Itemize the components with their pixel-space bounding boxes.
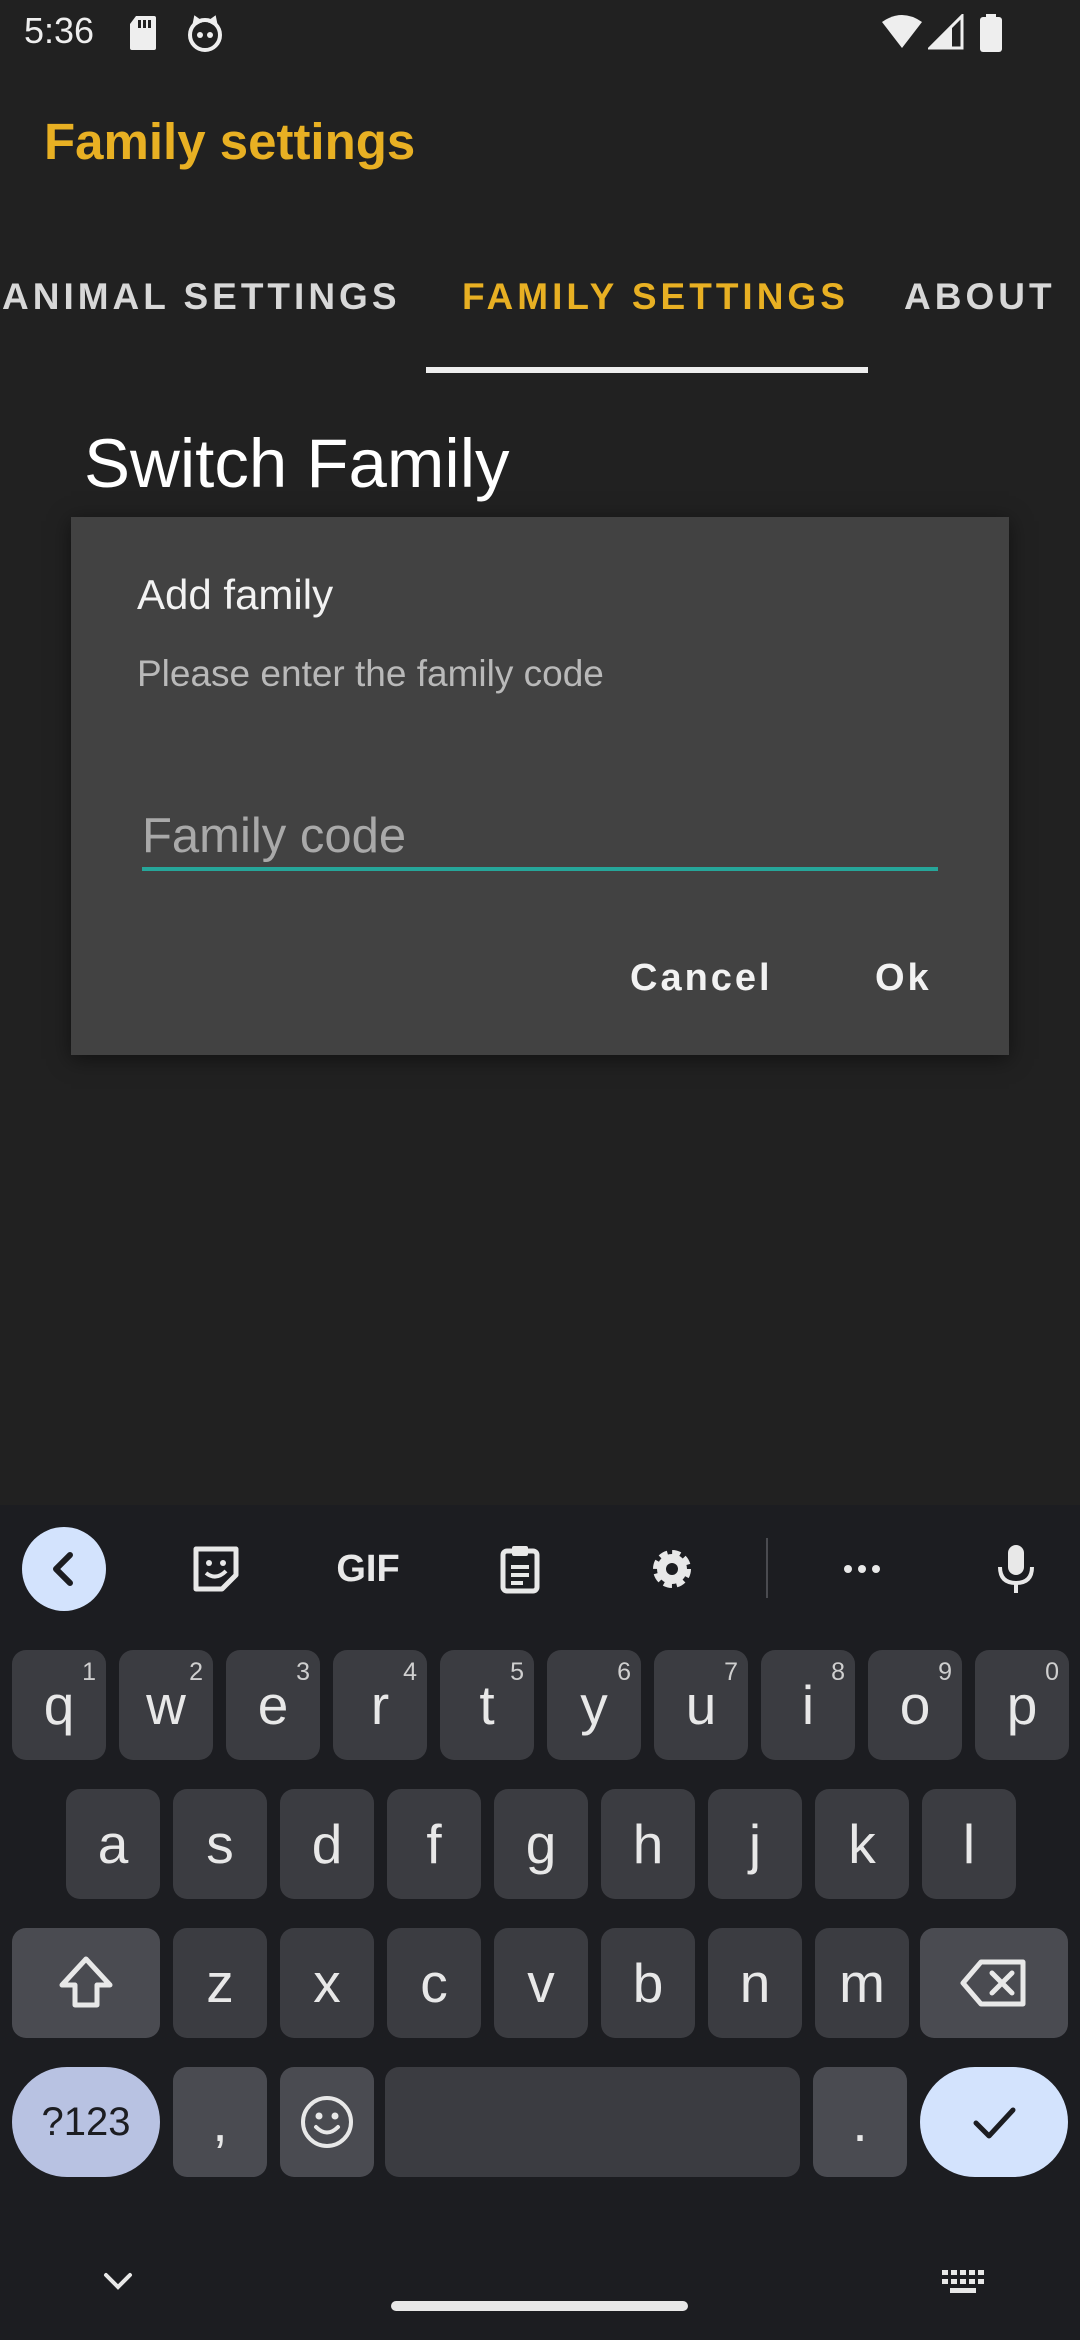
cancel-button[interactable]: Cancel	[630, 957, 773, 1000]
toolbar-divider	[766, 1538, 768, 1598]
checkmark-icon	[973, 2107, 1016, 2139]
key-l[interactable]: l	[922, 1789, 1016, 1899]
key-w[interactable]: w2	[119, 1650, 213, 1760]
key-f[interactable]: f	[387, 1789, 481, 1899]
status-time: 5:36	[24, 10, 95, 51]
key-q[interactable]: q1	[12, 1650, 106, 1760]
backspace-key[interactable]	[920, 1928, 1068, 2038]
shift-arrow-icon	[59, 1956, 113, 2008]
keyboard-settings-button[interactable]	[630, 1527, 714, 1611]
key-i[interactable]: i8	[761, 1650, 855, 1760]
key-z[interactable]: z	[173, 1928, 267, 2038]
key-r[interactable]: r4	[333, 1650, 427, 1760]
emoji-smile-icon	[301, 2096, 353, 2148]
wifi-icon	[882, 15, 922, 48]
key-o[interactable]: o9	[868, 1650, 962, 1760]
settings-gear-icon	[653, 1550, 691, 1588]
voice-input-button[interactable]	[974, 1527, 1058, 1611]
enter-key[interactable]	[920, 2067, 1068, 2177]
key-u[interactable]: u7	[654, 1650, 748, 1760]
key-y[interactable]: y6	[547, 1650, 641, 1760]
app-bar-title: Family settings	[44, 113, 416, 170]
key-p[interactable]: p0	[975, 1650, 1069, 1760]
key-c[interactable]: c	[387, 1928, 481, 2038]
section-title: Switch Family	[84, 425, 510, 502]
dialog-title: Add family	[137, 571, 334, 618]
comma-key[interactable]: ,	[173, 2067, 267, 2177]
key-h[interactable]: h	[601, 1789, 695, 1899]
emoji-key[interactable]	[280, 2067, 374, 2177]
tab-animal-settings[interactable]: ANIMAL SETTINGS	[2, 276, 401, 318]
clipboard-button[interactable]	[478, 1527, 562, 1611]
key-t[interactable]: t5	[440, 1650, 534, 1760]
key-b[interactable]: b	[601, 1928, 695, 2038]
keyboard-back-button[interactable]	[22, 1527, 106, 1611]
backspace-icon	[960, 1959, 1026, 2007]
more-button[interactable]	[820, 1527, 904, 1611]
back-chevron-icon	[53, 1552, 73, 1586]
family-code-input[interactable]	[142, 805, 938, 871]
gesture-handle[interactable]	[391, 2301, 688, 2311]
ok-button[interactable]: Ok	[875, 957, 932, 1000]
dialog-message: Please enter the family code	[137, 653, 604, 694]
status-bar: 5:36	[0, 0, 1080, 66]
key-s[interactable]: s	[173, 1789, 267, 1899]
key-n[interactable]: n	[708, 1928, 802, 2038]
tab-about[interactable]: ABOUT	[904, 276, 1056, 318]
key-v[interactable]: v	[494, 1928, 588, 2038]
sticker-button[interactable]	[174, 1527, 258, 1611]
microphone-icon	[998, 1545, 1034, 1593]
sticker-icon	[193, 1546, 239, 1592]
gif-button[interactable]: GIF	[326, 1527, 410, 1611]
gif-icon: GIF	[336, 1547, 400, 1590]
space-key[interactable]	[385, 2067, 800, 2177]
key-k[interactable]: k	[815, 1789, 909, 1899]
key-m[interactable]: m	[815, 1928, 909, 2038]
keyboard-toolbar: GIF	[0, 1505, 1080, 1635]
key-g[interactable]: g	[494, 1789, 588, 1899]
keyboard-switch-icon[interactable]	[940, 2267, 986, 2297]
symbols-key[interactable]: ?123	[12, 2067, 160, 2177]
key-j[interactable]: j	[708, 1789, 802, 1899]
hide-keyboard-chevron-icon[interactable]	[98, 2267, 138, 2297]
key-e[interactable]: e3	[226, 1650, 320, 1760]
battery-icon	[980, 14, 1002, 52]
more-dots-icon	[844, 1565, 880, 1573]
shift-key[interactable]	[12, 1928, 160, 2038]
tab-active-indicator	[426, 367, 868, 373]
key-a[interactable]: a	[66, 1789, 160, 1899]
navigation-bar	[0, 2215, 1080, 2340]
sd-card-icon	[130, 16, 156, 50]
signal-icon	[928, 14, 964, 50]
clipboard-icon	[500, 1546, 540, 1594]
add-family-dialog: Add family Please enter the family code …	[71, 517, 1009, 1055]
tab-family-settings[interactable]: FAMILY SETTINGS	[462, 276, 849, 318]
key-x[interactable]: x	[280, 1928, 374, 2038]
key-d[interactable]: d	[280, 1789, 374, 1899]
period-key[interactable]: .	[813, 2067, 907, 2177]
cat-icon	[188, 15, 222, 52]
